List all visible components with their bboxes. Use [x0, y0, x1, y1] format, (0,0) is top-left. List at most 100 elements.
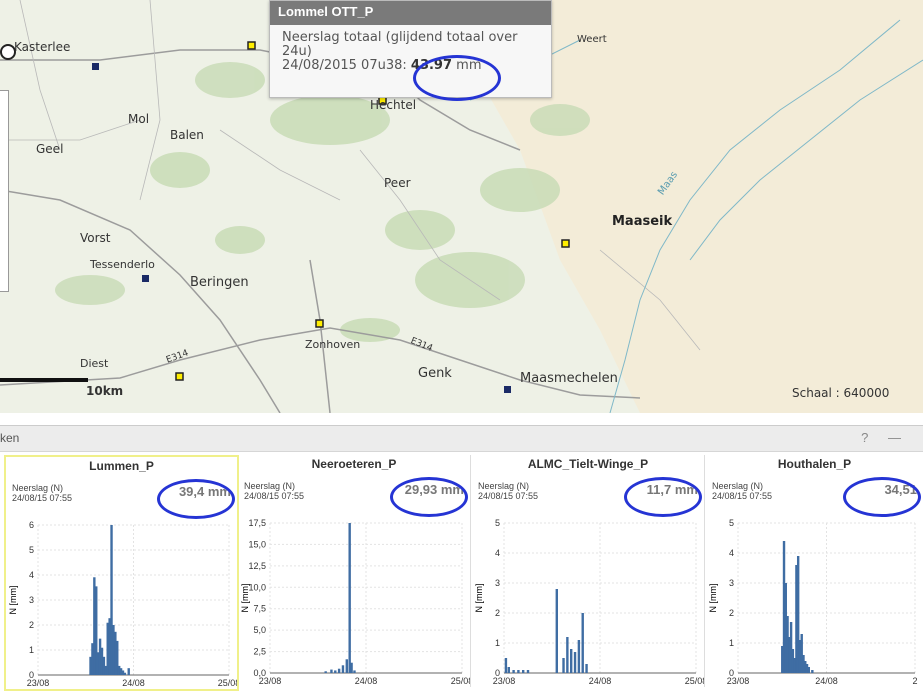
station-chart[interactable]: Houthalen_P Neerslag (N) 24/08/15 07:55 34,…: [706, 455, 923, 687]
x-tick-label: 23/08: [259, 676, 282, 685]
x-tick-label: 25/08: [451, 676, 470, 685]
bar: [324, 671, 327, 673]
panel-header: ken ? —: [0, 426, 923, 452]
chart-variable: Neerslag (N): [712, 481, 764, 491]
station-chart[interactable]: Neeroeteren_P Neerslag (N) 24/08/15 07:55 2…: [238, 455, 471, 687]
y-tick-label: 17,5: [248, 518, 266, 528]
y-tick-label: 10,0: [248, 582, 266, 592]
y-tick-label: 1: [729, 638, 734, 648]
y-tick-label: 4: [495, 548, 500, 558]
highlight-ring: [624, 477, 702, 517]
place-label: Weert: [577, 34, 607, 45]
y-axis-label: N [mm]: [474, 584, 484, 613]
zoom-slider[interactable]: [0, 90, 9, 292]
charts-panel: ken ? — Lummen_P Neerslag (N) 24/08/15 07:…: [0, 425, 923, 691]
panel-title: ken: [0, 431, 20, 445]
y-tick-label: 15,0: [248, 539, 266, 549]
popup-line1: Neerslag totaal (glijdend totaal over: [282, 30, 518, 45]
bar: [353, 670, 356, 673]
place-label: Hechtel: [370, 98, 417, 112]
chart-plot: 012345623/0824/0825/08N [mm]: [8, 520, 237, 687]
bar: [526, 670, 530, 673]
bar: [517, 670, 520, 673]
station-popup: Lommel OTT_P Neerslag totaal (glijdend t…: [269, 0, 552, 98]
station-chart[interactable]: Lummen_P Neerslag (N) 24/08/15 07:55 39,4 m…: [4, 455, 239, 691]
y-tick-label: 3: [29, 595, 34, 605]
x-tick-label: 24/08: [355, 676, 378, 685]
bar: [811, 670, 814, 673]
help-button[interactable]: ?: [861, 430, 876, 445]
place-label: Peer: [384, 176, 411, 190]
x-tick-label: 24/08: [815, 676, 838, 685]
place-label: Diest: [80, 357, 109, 370]
place-label: Mol: [128, 112, 150, 126]
chart-variable: Neerslag (N): [12, 483, 64, 493]
y-tick-label: 1: [495, 638, 500, 648]
bar: [581, 613, 584, 673]
bar: [512, 670, 515, 673]
place-label: Maasmechelen: [520, 371, 618, 386]
scale-bar: [0, 378, 88, 382]
map-view[interactable]: Kasterlee Mol Balen Geel Vorst Tessender…: [0, 0, 923, 413]
bar: [348, 523, 351, 673]
chart-title: Neeroeteren_P: [311, 457, 397, 471]
x-tick-label: 2: [912, 676, 917, 685]
y-tick-label: 2: [29, 620, 34, 630]
x-tick-label: 25/08: [685, 676, 704, 685]
place-label: Tessenderlo: [90, 258, 155, 271]
chart-variable: Neerslag (N): [244, 481, 296, 491]
bar: [345, 659, 348, 673]
bar: [350, 662, 353, 673]
bar: [570, 649, 573, 673]
station-chart[interactable]: ALMC_Tielt-Winge_P Neerslag (N) 24/08/15 0…: [472, 455, 705, 687]
x-tick-label: 24/08: [589, 676, 612, 685]
bar: [504, 658, 508, 673]
y-tick-label: 5: [29, 545, 34, 555]
minimize-button[interactable]: —: [888, 430, 909, 445]
y-tick-label: 3: [729, 578, 734, 588]
y-tick-label: 1: [29, 645, 34, 655]
y-tick-label: 5,0: [253, 625, 266, 635]
bar: [585, 664, 588, 673]
bar: [577, 640, 581, 673]
popup-title: Lommel OTT_P: [270, 1, 551, 25]
chart-title: Lummen_P: [89, 459, 154, 473]
chart-datetime: 24/08/15 07:55: [712, 491, 773, 501]
place-label: Geel: [36, 142, 64, 156]
bar: [555, 589, 558, 673]
chart-plot: 01234523/0824/0825/08N [mm]: [474, 518, 704, 685]
bar: [522, 670, 525, 673]
place-label: Balen: [170, 128, 204, 142]
y-tick-label: 6: [29, 520, 34, 530]
chart-datetime: 24/08/15 07:55: [478, 491, 539, 501]
y-tick-label: 3: [495, 578, 500, 588]
bar: [573, 652, 577, 673]
place-label: Zonhoven: [305, 338, 361, 351]
bar: [807, 667, 810, 673]
y-tick-label: 7,5: [253, 604, 266, 614]
y-tick-label: 2: [495, 608, 500, 618]
y-axis-label: N [mm]: [8, 586, 18, 615]
y-axis-label: N [mm]: [240, 584, 250, 613]
popup-line2: 24u): [282, 44, 312, 59]
bar: [507, 667, 510, 673]
scale-text: Schaal : 640000: [792, 386, 890, 400]
y-tick-label: 4: [729, 548, 734, 558]
chart-title: ALMC_Tielt-Winge_P: [527, 457, 649, 471]
x-tick-label: 23/08: [493, 676, 516, 685]
bar: [330, 669, 333, 673]
y-tick-label: 5: [495, 518, 500, 528]
scale-bar-label: 10km: [86, 384, 124, 398]
y-axis-label: N [mm]: [708, 584, 718, 613]
chart-datetime: 24/08/15 07:55: [244, 491, 305, 501]
chart-title: Houthalen_P: [777, 457, 852, 471]
place-label: Genk: [418, 366, 452, 381]
bar: [123, 672, 127, 675]
popup-datetime: 24/08/2015 07u38: [282, 58, 403, 73]
place-label: Kasterlee: [14, 40, 71, 54]
chart-plot: 01234523/08 24/08 2N [mm]: [708, 518, 918, 685]
chart-datetime: 24/08/15 07:55: [12, 493, 73, 503]
bar: [341, 665, 345, 673]
highlight-ring: [843, 477, 921, 517]
place-label: Maaseik: [612, 214, 673, 229]
